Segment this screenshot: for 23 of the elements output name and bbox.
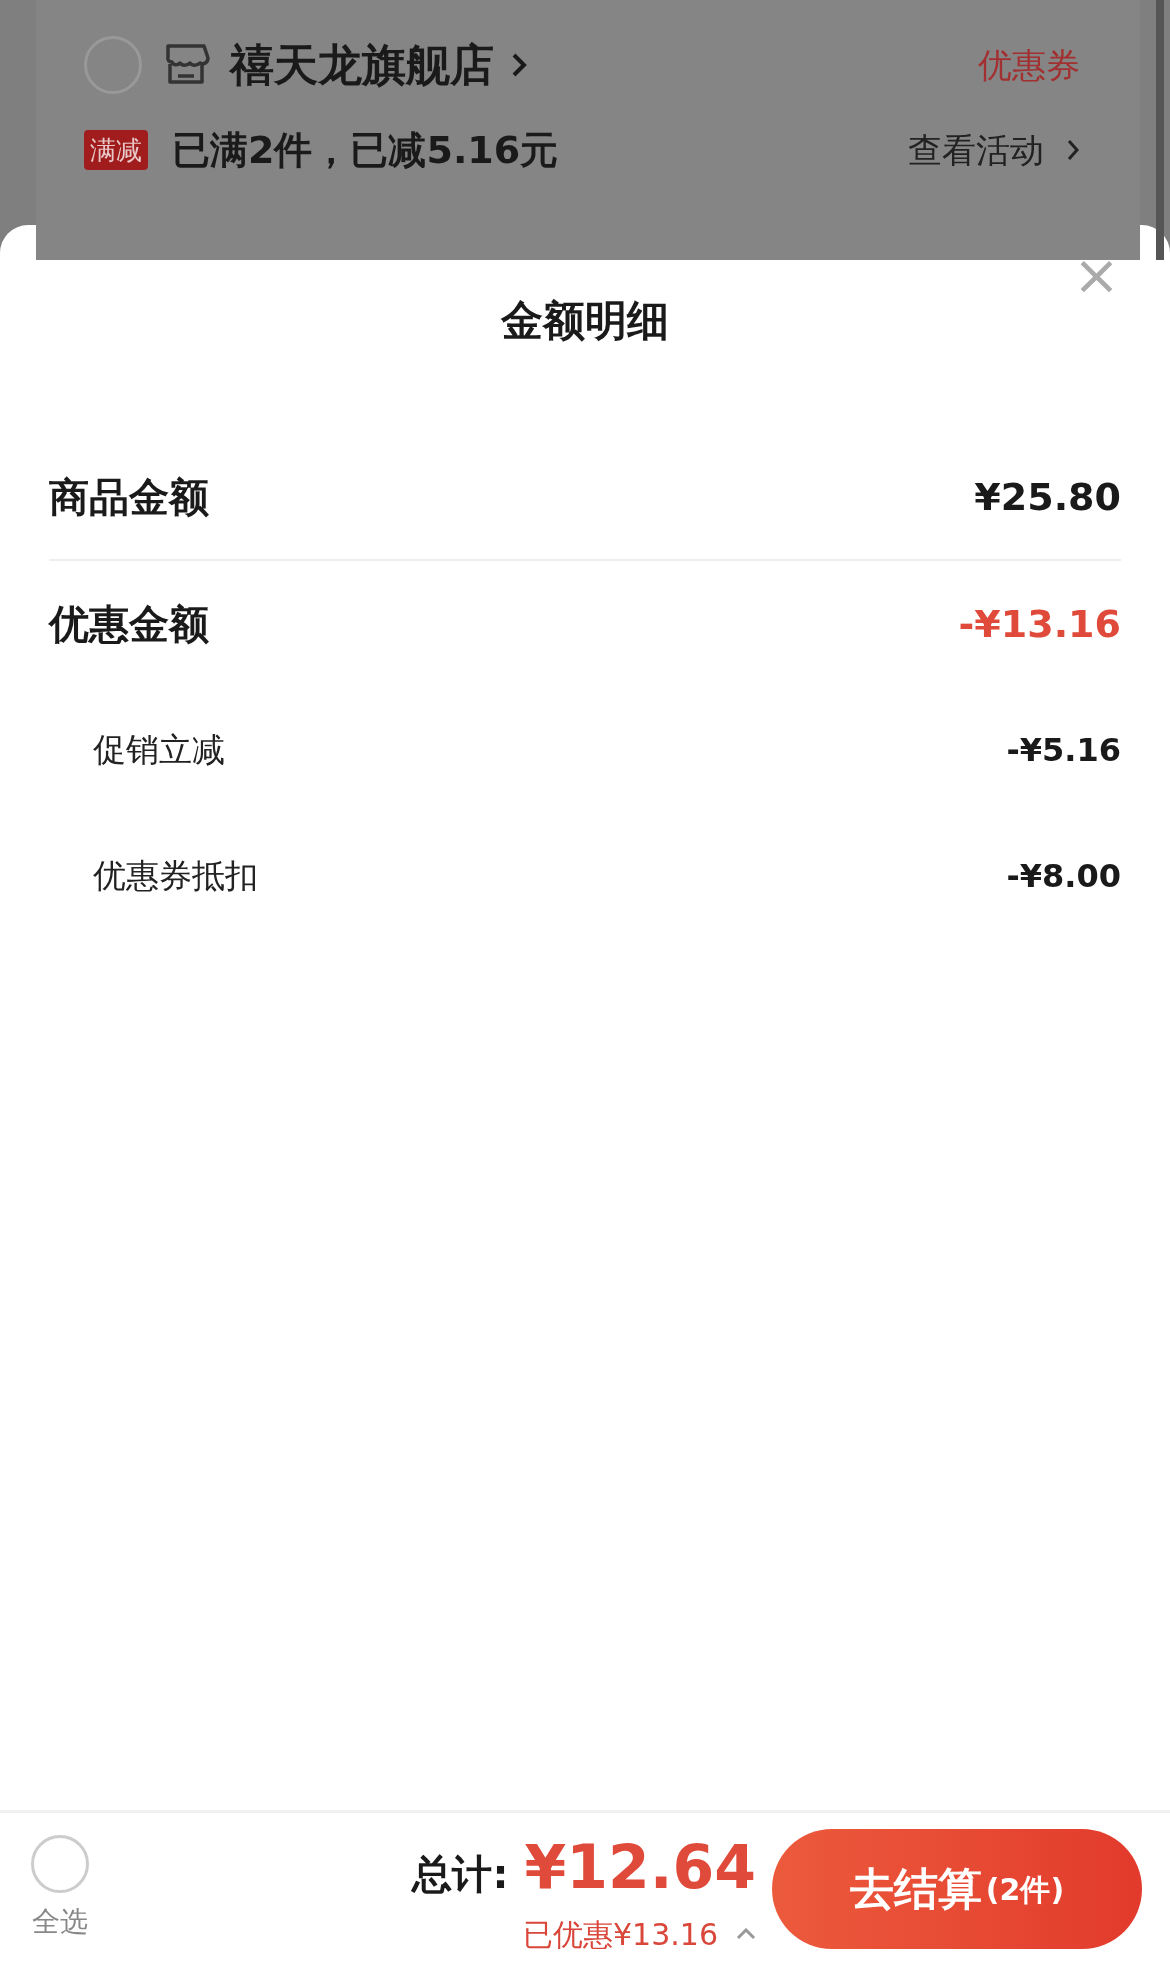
activity-link[interactable]: 查看活动 <box>908 124 1044 176</box>
checkbox[interactable] <box>31 1835 89 1893</box>
close-button[interactable]: × <box>1073 247 1120 303</box>
row-value: ¥25.80 <box>974 473 1121 521</box>
total-price: ¥12.64 <box>524 1830 756 1904</box>
row-value: -¥13.16 <box>958 600 1121 648</box>
sheet-title: 金额明细 <box>501 294 669 347</box>
select-all-label[interactable]: 全选 <box>32 1901 88 1943</box>
checkout-button[interactable]: 去结算(2件) <box>772 1829 1142 1949</box>
chevron-right-icon[interactable] <box>510 51 528 79</box>
row-value: -¥8.00 <box>1006 856 1121 897</box>
row-label: 优惠券抵扣 <box>93 855 258 898</box>
row-label: 促销立减 <box>93 729 225 772</box>
row-value: -¥5.16 <box>1006 730 1121 771</box>
shop-name[interactable]: 禧天龙旗舰店 <box>230 32 494 98</box>
row-label: 优惠金额 <box>49 600 209 649</box>
promo-text: 已满2件，已减5.16元 <box>172 126 559 174</box>
discount-summary[interactable]: 已优惠¥13.16 <box>523 1911 718 1957</box>
total-label: 总计: <box>412 1849 509 1899</box>
row-label: 商品金额 <box>49 473 209 522</box>
chevron-up-icon[interactable] <box>736 1928 756 1940</box>
promo-tag: 满减 <box>84 130 148 170</box>
chevron-right-icon[interactable] <box>1066 138 1080 162</box>
